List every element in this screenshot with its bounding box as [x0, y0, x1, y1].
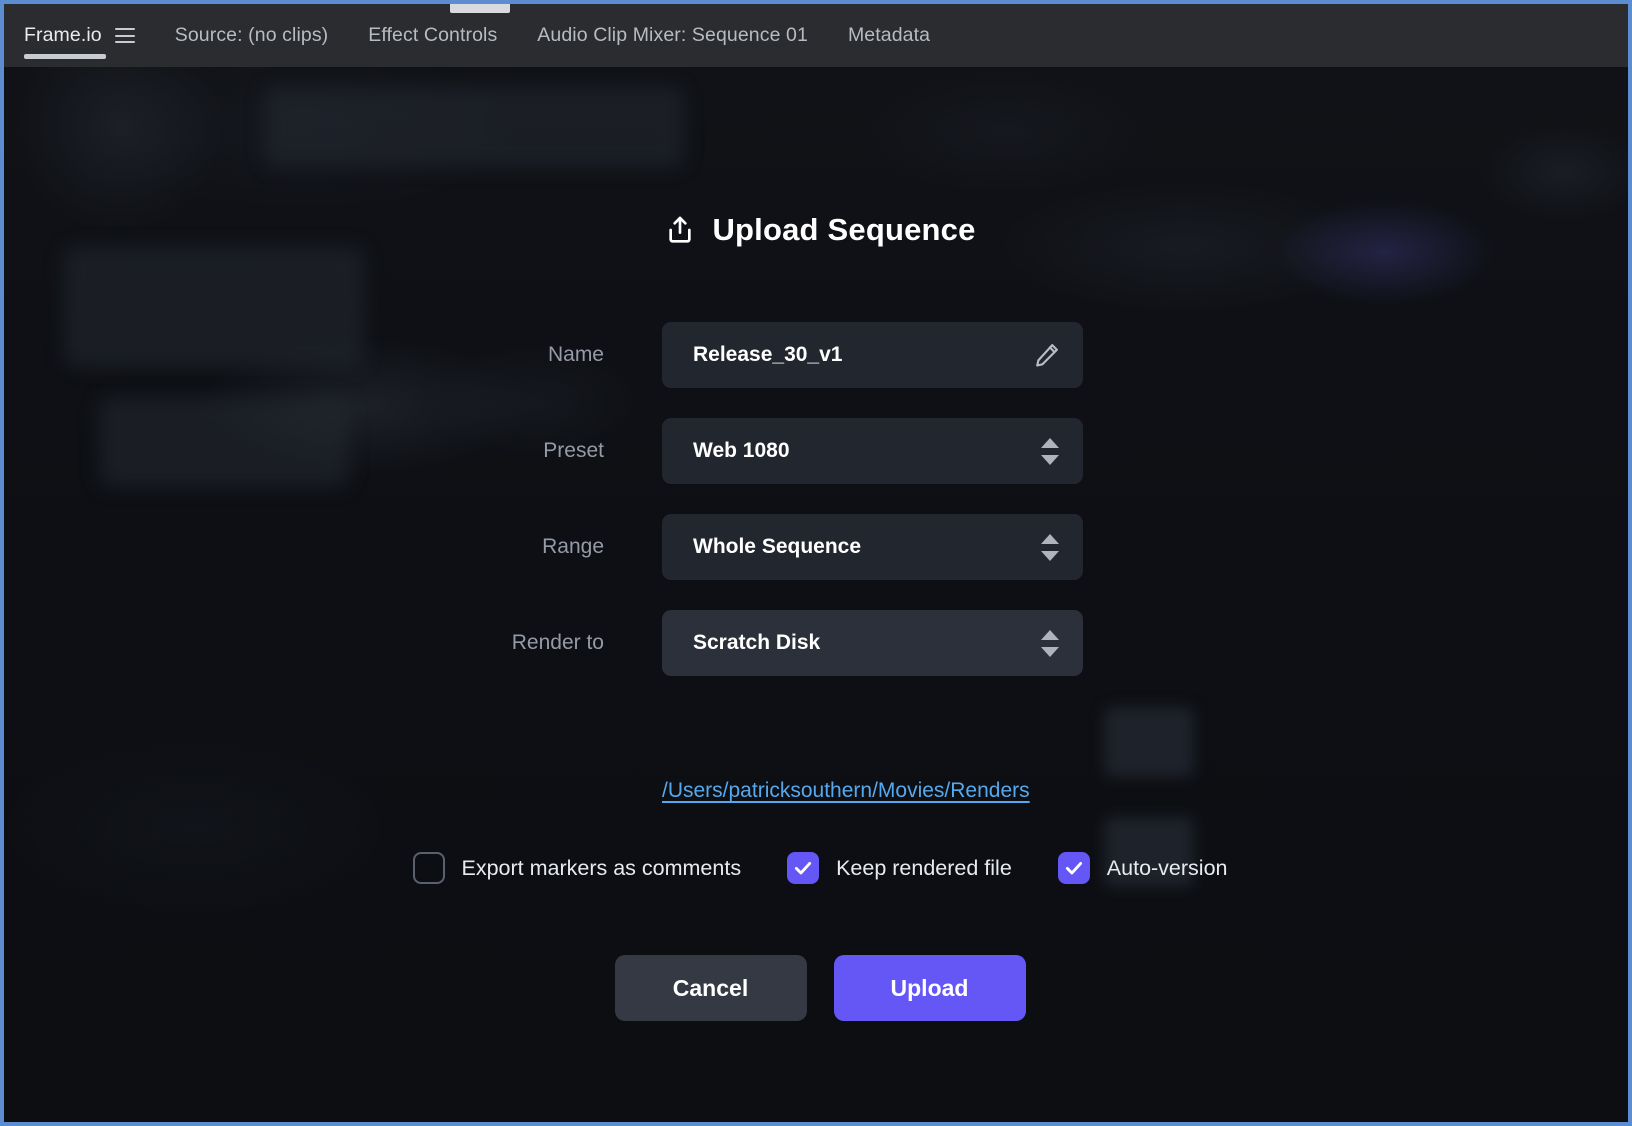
- upload-sequence-dialog: Upload Sequence Name Release_30_v1 Prese…: [4, 67, 1628, 1122]
- chevron-down-icon[interactable]: [1041, 454, 1059, 465]
- chevron-up-icon[interactable]: [1041, 533, 1059, 544]
- check-icon: [1065, 862, 1082, 875]
- stepper-arrows-icon[interactable]: [1041, 533, 1059, 561]
- checkbox-auto-version[interactable]: Auto-version: [1057, 852, 1228, 884]
- application-window: Upload Sequence Name Release_30_v1 Prese…: [0, 0, 1632, 1126]
- form-row-render-to: Render to Scratch Disk: [4, 610, 1628, 676]
- tab-label: Metadata: [847, 24, 931, 46]
- stepper-arrows-icon[interactable]: [1041, 629, 1059, 657]
- active-tab-underline: [24, 54, 106, 59]
- tab-label: Effect Controls: [368, 24, 498, 46]
- name-input[interactable]: Release_30_v1: [662, 322, 1083, 388]
- field-label-name: Name: [547, 343, 604, 366]
- tab-effect-controls[interactable]: Effect Controls: [348, 4, 517, 67]
- checkbox-box-unchecked[interactable]: [412, 852, 445, 884]
- tab-metadata[interactable]: Metadata: [828, 4, 950, 67]
- field-label-render-to: Render to: [511, 631, 604, 654]
- pencil-edit-icon[interactable]: [1033, 341, 1061, 369]
- dialog-title-text: Upload Sequence: [712, 212, 976, 247]
- render-path-link[interactable]: /Users/patricksouthern/Movies/Renders: [662, 779, 1030, 803]
- tab-frame-io[interactable]: Frame.io: [4, 4, 155, 67]
- range-select[interactable]: Whole Sequence: [662, 514, 1083, 580]
- tab-label: Audio Clip Mixer: Sequence 01: [537, 24, 808, 46]
- form-row-preset: Preset Web 1080: [4, 418, 1628, 484]
- checkbox-label: Export markers as comments: [461, 855, 742, 880]
- dialog-button-row: Cancel Upload: [4, 955, 1628, 1021]
- upload-share-icon: [669, 216, 692, 243]
- tab-audio-clip-mixer[interactable]: Audio Clip Mixer: Sequence 01: [517, 4, 828, 67]
- checkbox-box-checked[interactable]: [787, 852, 820, 884]
- name-input-value: Release_30_v1: [693, 343, 843, 366]
- stepper-arrows-icon[interactable]: [1041, 437, 1059, 465]
- checkbox-keep-rendered-file[interactable]: Keep rendered file: [787, 852, 1012, 884]
- upload-button[interactable]: Upload: [833, 955, 1026, 1021]
- range-select-value: Whole Sequence: [693, 535, 862, 558]
- tab-label: Frame.io: [24, 24, 102, 46]
- form-row-range: Range Whole Sequence: [4, 514, 1628, 580]
- checkbox-label: Auto-version: [1106, 855, 1228, 880]
- render-to-select[interactable]: Scratch Disk: [662, 610, 1083, 676]
- field-label-preset: Preset: [543, 439, 604, 462]
- chevron-down-icon[interactable]: [1041, 646, 1059, 657]
- form-row-name: Name Release_30_v1: [4, 322, 1628, 388]
- cancel-button[interactable]: Cancel: [614, 955, 807, 1021]
- checkbox-box-checked[interactable]: [1057, 852, 1090, 884]
- chevron-down-icon[interactable]: [1041, 550, 1059, 561]
- checkbox-label: Keep rendered file: [836, 855, 1012, 880]
- chevron-up-icon[interactable]: [1041, 629, 1059, 640]
- options-checkbox-row: Export markers as comments Keep rendered…: [4, 852, 1628, 884]
- window-top-notch: [450, 4, 510, 13]
- hamburger-icon[interactable]: [114, 28, 135, 43]
- dialog-title: Upload Sequence: [4, 212, 1628, 248]
- render-to-select-value: Scratch Disk: [693, 631, 821, 654]
- preset-select-value: Web 1080: [693, 439, 790, 462]
- checkbox-export-markers[interactable]: Export markers as comments: [412, 852, 742, 884]
- preset-select[interactable]: Web 1080: [662, 418, 1083, 484]
- field-label-range: Range: [542, 535, 604, 558]
- check-icon: [794, 862, 812, 875]
- chevron-up-icon[interactable]: [1041, 437, 1059, 448]
- tab-source[interactable]: Source: (no clips): [155, 4, 349, 67]
- panel-tab-bar: Frame.io Source: (no clips) Effect Contr…: [4, 4, 1628, 67]
- tab-label: Source: (no clips): [174, 24, 329, 46]
